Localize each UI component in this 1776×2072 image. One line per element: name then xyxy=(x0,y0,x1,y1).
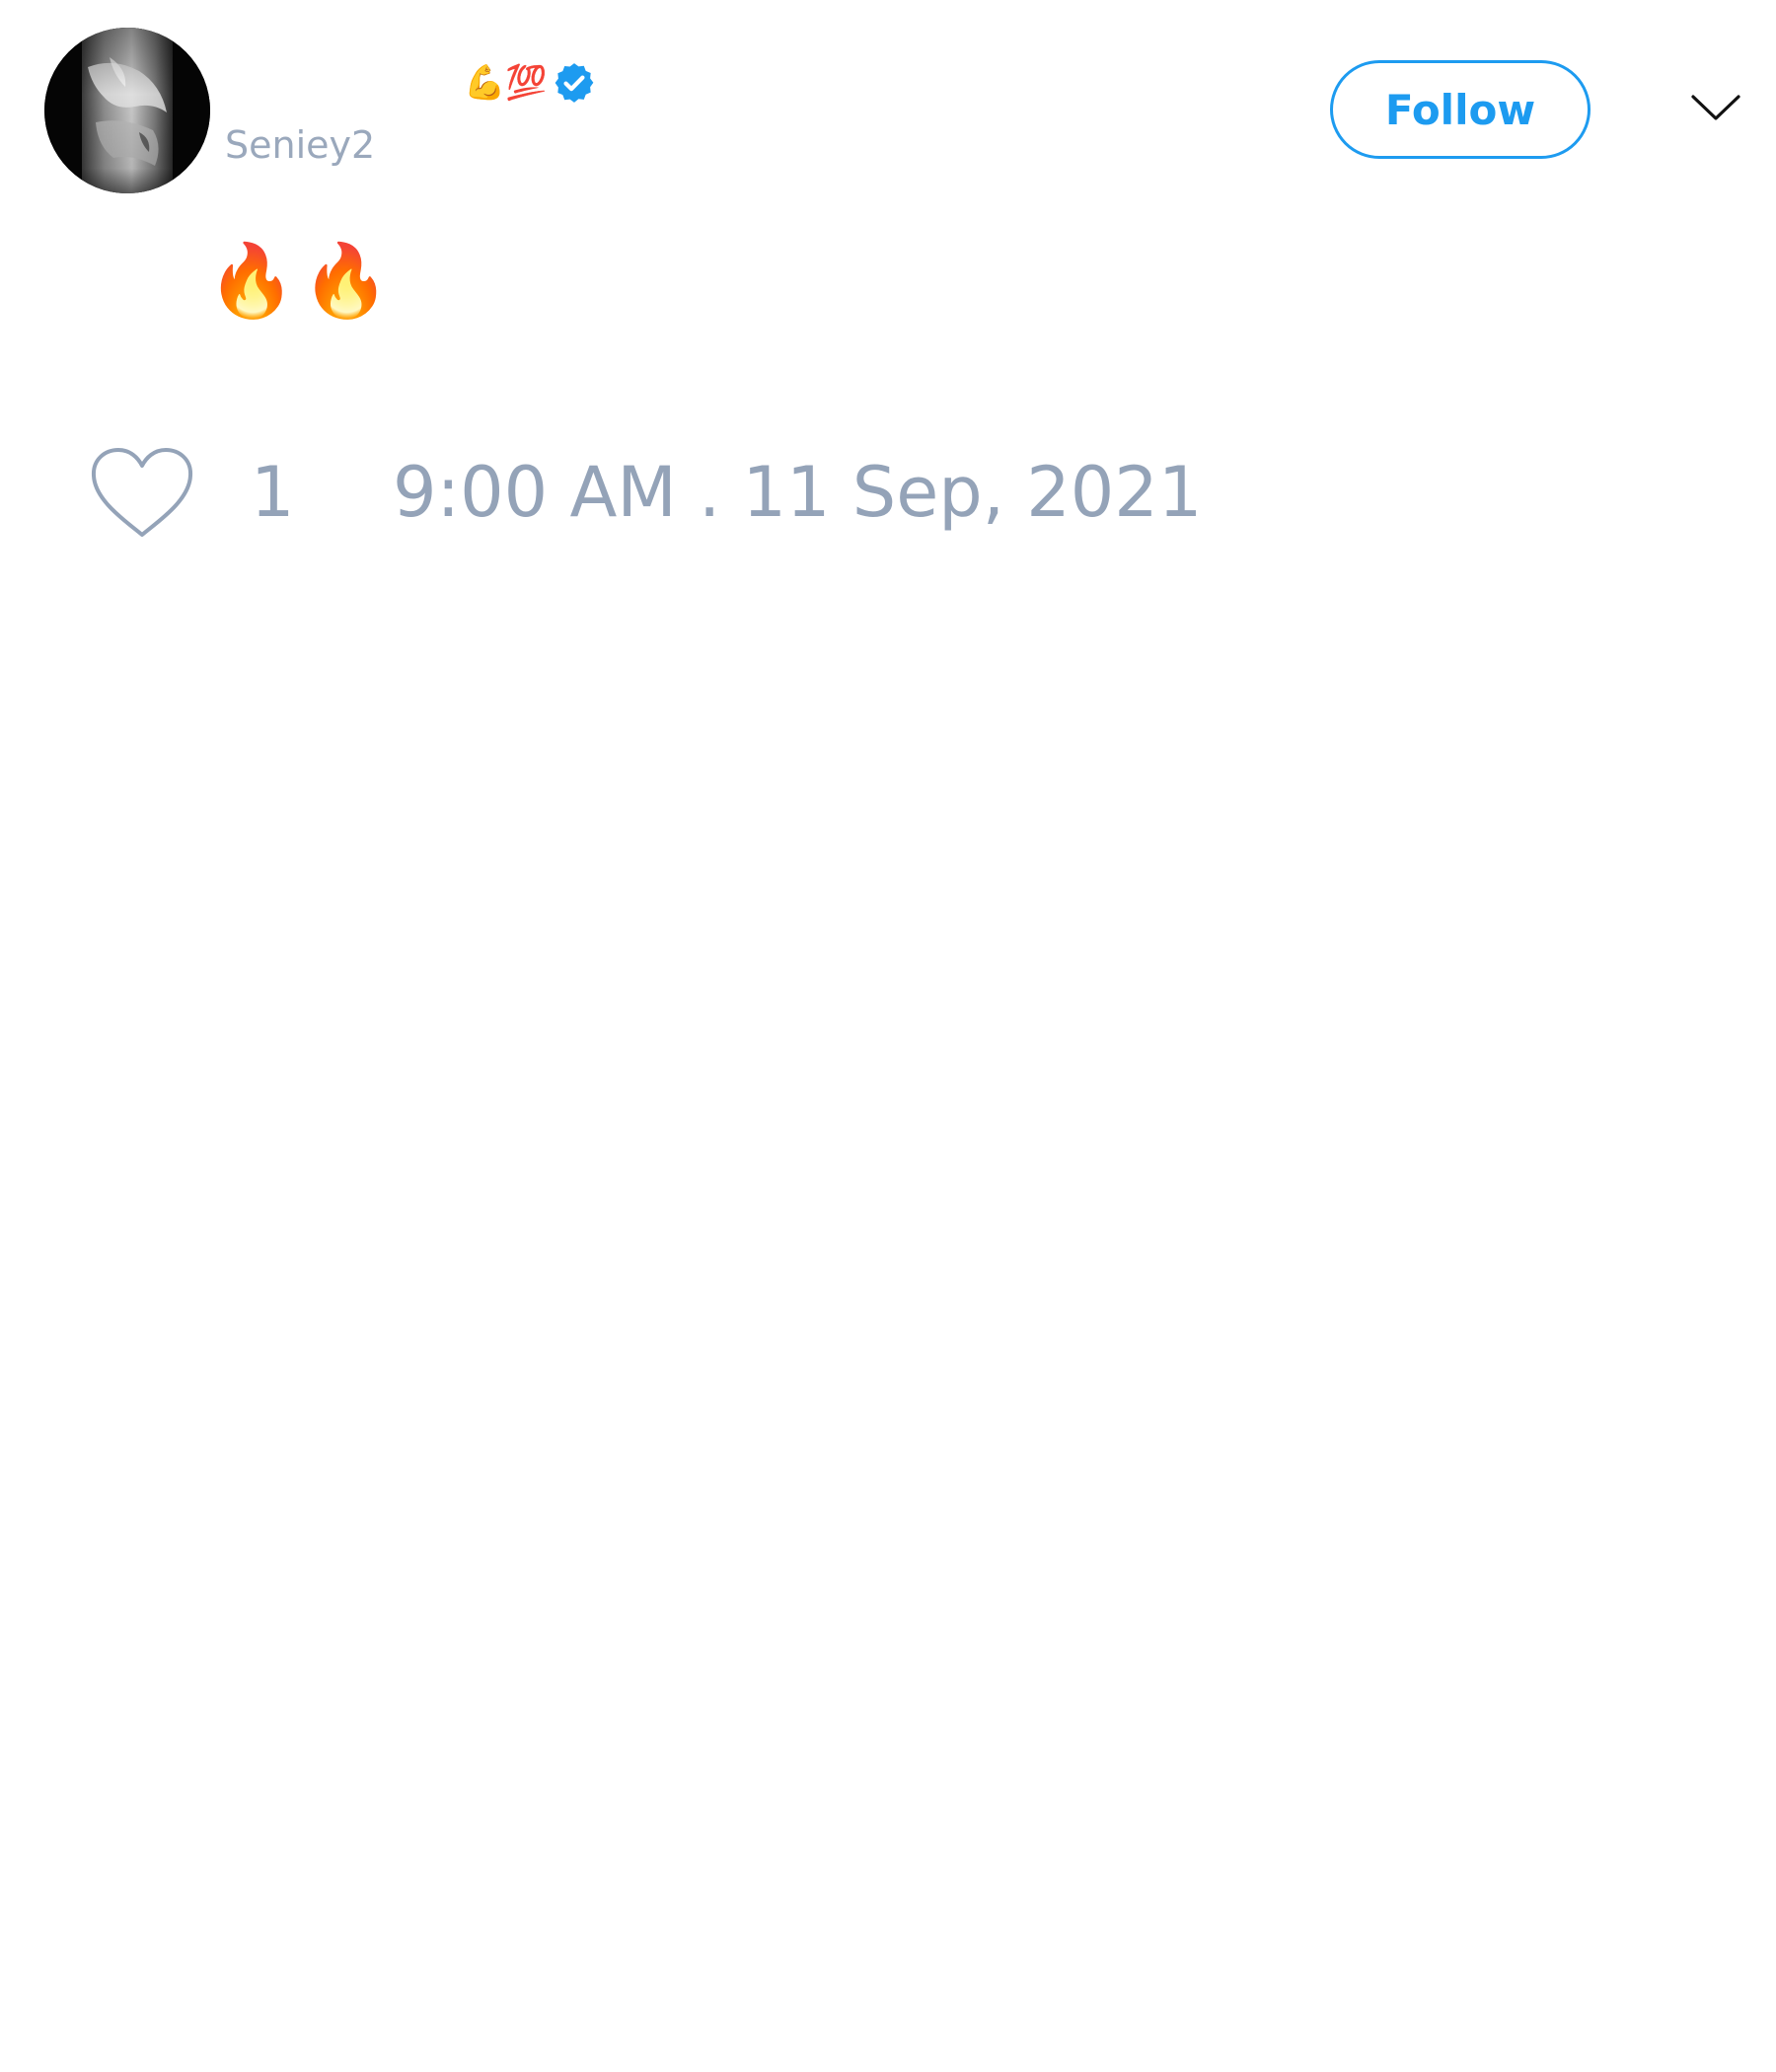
display-name[interactable]: 💪💯 xyxy=(464,59,597,107)
avatar-image xyxy=(44,28,210,193)
heart-outline-icon xyxy=(91,448,193,537)
user-handle[interactable]: Seniey2 xyxy=(225,126,375,164)
more-options-button[interactable] xyxy=(1689,89,1742,128)
tweet-card: 💪💯 Seniey2 Follow 🔥🔥 1 9:00 AM . 11 Sep,… xyxy=(0,0,1776,2072)
like-button[interactable] xyxy=(89,446,195,541)
tweet-text: 🔥🔥 xyxy=(207,239,397,322)
follow-button[interactable]: Follow xyxy=(1330,60,1591,159)
chevron-down-icon xyxy=(1691,95,1740,120)
verified-badge-icon xyxy=(555,63,594,103)
tweet-timestamp[interactable]: 9:00 AM . 11 Sep, 2021 xyxy=(393,458,1202,527)
like-count: 1 xyxy=(251,452,295,533)
avatar[interactable] xyxy=(44,28,210,193)
display-name-emoji: 💪💯 xyxy=(464,63,548,103)
